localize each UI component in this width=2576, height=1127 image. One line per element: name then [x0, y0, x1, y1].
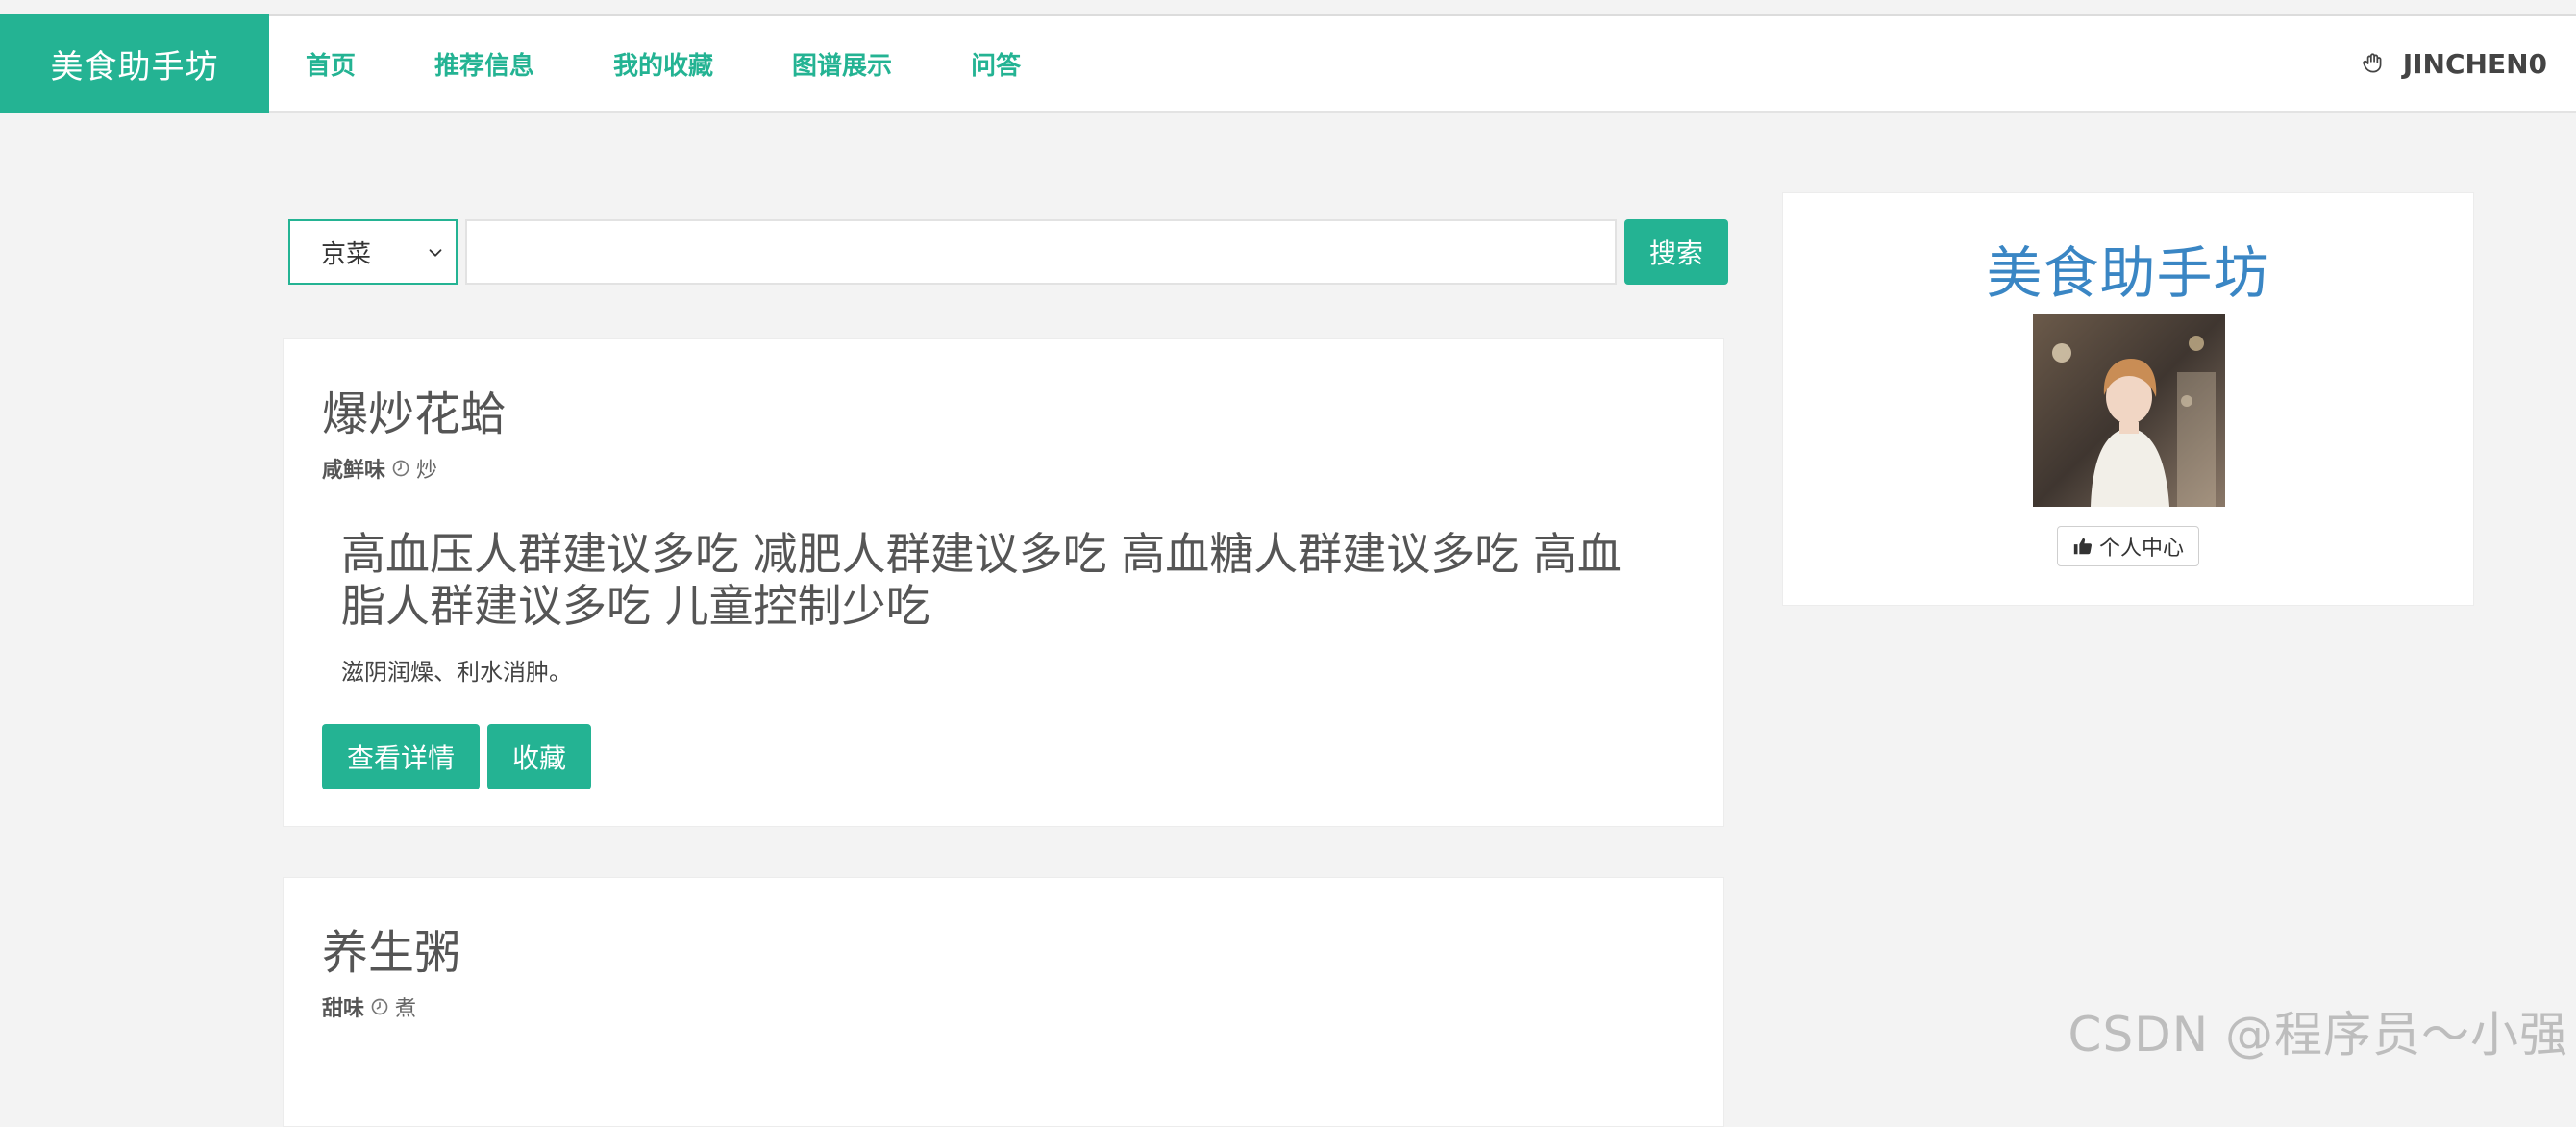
user-menu[interactable]: JINCHEN0	[2361, 16, 2547, 111]
nav-favorites[interactable]: 我的收藏	[613, 46, 713, 82]
view-detail-button[interactable]: 查看详情	[322, 724, 481, 789]
food-title: 养生粥	[322, 926, 461, 980]
watermark: CSDN @程序员～小强	[2068, 1007, 2568, 1063]
clock-icon	[392, 460, 409, 477]
clock-icon	[371, 998, 388, 1015]
hand-icon	[2362, 53, 2382, 73]
profile-center-label: 个人中心	[2098, 537, 2184, 561]
profile-panel: 美食助手坊 个人中心	[1782, 192, 2474, 606]
chevron-down-icon	[429, 249, 442, 257]
username: JINCHEN0	[2402, 47, 2547, 80]
search-button[interactable]: 搜索	[1624, 219, 1728, 285]
food-taste: 甜味	[322, 997, 365, 1021]
food-health-advice: 高血压人群建议多吃 减肥人群建议多吃 高血糖人群建议多吃 高血脂人群建议多吃 儿…	[341, 528, 1622, 632]
food-effect: 滋阴润燥、利水消肿。	[341, 659, 572, 686]
card-actions: 查看详情 收藏	[322, 724, 592, 789]
nav-qa[interactable]: 问答	[971, 46, 1021, 82]
nav-recommend[interactable]: 推荐信息	[434, 46, 534, 82]
top-navbar: 美食助手坊 首页 推荐信息 我的收藏 图谱展示 问答 JINCHEN0	[0, 14, 2576, 113]
food-meta: 甜味 煮	[322, 991, 416, 1022]
food-meta: 咸鲜味 炒	[322, 453, 437, 484]
profile-title: 美食助手坊	[1986, 240, 2270, 306]
brand-logo[interactable]: 美食助手坊	[0, 14, 269, 113]
nav-graph[interactable]: 图谱展示	[792, 46, 892, 82]
food-card: 养生粥 甜味 煮	[283, 877, 1724, 1127]
food-method: 炒	[416, 459, 438, 483]
profile-center-button[interactable]: 个人中心	[2057, 526, 2199, 566]
food-taste: 咸鲜味	[322, 459, 386, 483]
food-card: 爆炒花蛤 咸鲜味 炒 高血压人群建议多吃 减肥人群建议多吃 高血糖人群建议多吃 …	[283, 338, 1724, 827]
nav-home[interactable]: 首页	[306, 46, 356, 82]
food-method: 煮	[395, 997, 417, 1021]
cuisine-select-value: 京菜	[321, 239, 372, 269]
cuisine-select[interactable]: 京菜	[288, 219, 458, 285]
food-title: 爆炒花蛤	[322, 388, 508, 441]
thumbs-up-icon	[2073, 538, 2092, 555]
search-input[interactable]	[465, 219, 1617, 285]
nav-links: 首页 推荐信息 我的收藏 图谱展示 问答	[306, 16, 1100, 111]
avatar	[2033, 314, 2225, 507]
favorite-button[interactable]: 收藏	[487, 724, 592, 789]
